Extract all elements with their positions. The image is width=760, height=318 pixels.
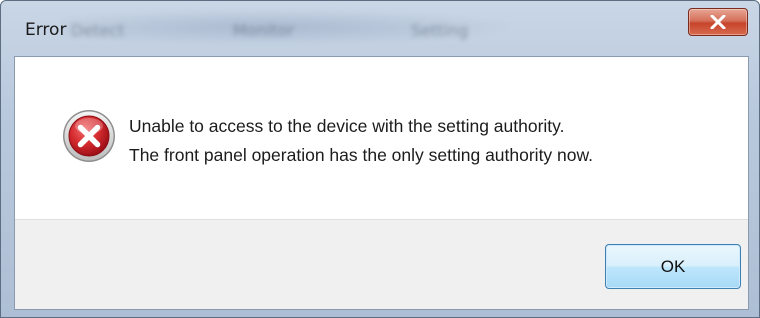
message-line-1: Unable to access to the device with the … [129,116,565,136]
close-button[interactable] [688,8,748,36]
button-bar: OK [15,219,748,309]
dialog-window: Error Detect Monitor Setting Unable to a… [0,0,760,318]
error-message: Unable to access to the device with the … [129,112,593,170]
background-label-setting: Setting [411,21,469,40]
ok-button[interactable]: OK [605,244,741,289]
background-label-detect: Detect [71,21,125,40]
dialog-client-area: Unable to access to the device with the … [14,56,749,310]
error-icon [63,110,115,162]
window-title: Error [25,20,67,40]
background-label-monitor: Monitor [233,21,294,40]
title-bar[interactable]: Error Detect Monitor Setting [1,1,759,57]
message-area: Unable to access to the device with the … [15,57,748,219]
message-line-2: The front panel operation has the only s… [129,145,594,165]
close-icon [710,15,726,29]
